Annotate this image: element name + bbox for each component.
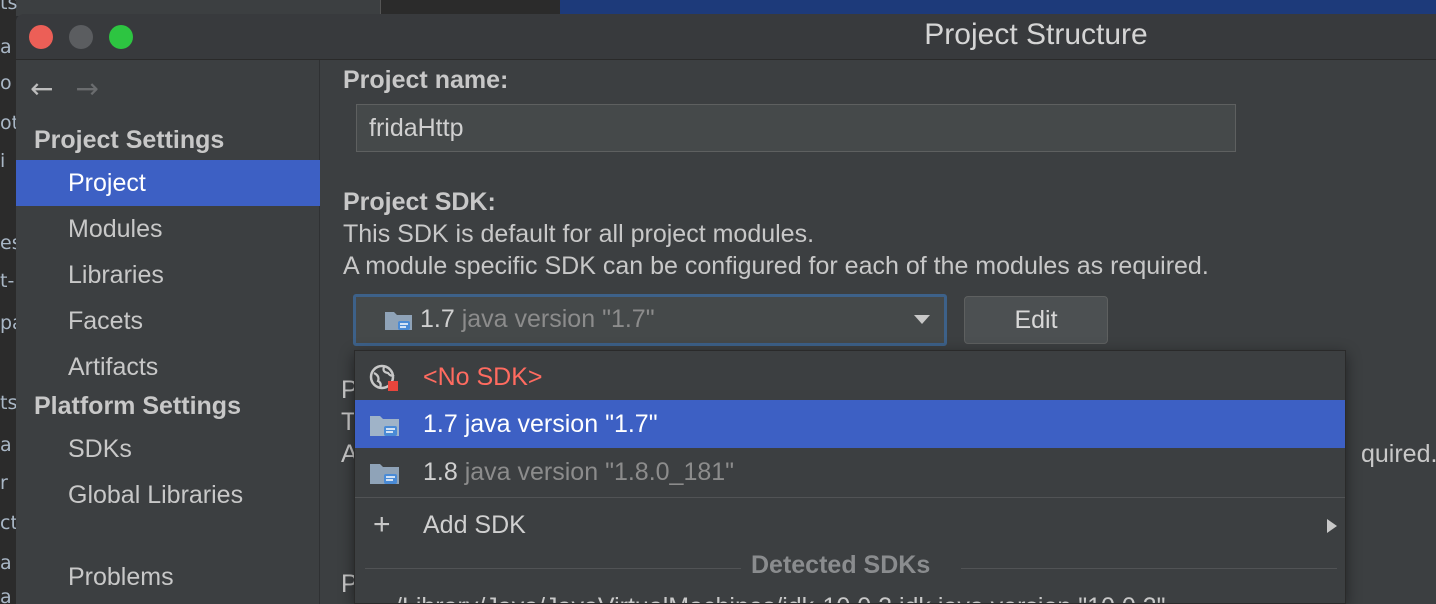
sdk-folder-icon: [370, 464, 399, 484]
sidebar-item-sdks[interactable]: SDKs: [16, 426, 320, 472]
sidebar-item-libraries[interactable]: Libraries: [16, 252, 320, 298]
submenu-arrow-icon: [1327, 519, 1337, 533]
sidebar-item-global-libraries[interactable]: Global Libraries: [16, 472, 320, 518]
sidebar-item-modules[interactable]: Modules: [16, 206, 320, 252]
back-arrow-icon[interactable]: ←: [30, 72, 53, 105]
sdk-option-1-7[interactable]: 1.7 java version "1.7": [355, 400, 1345, 448]
plus-icon: +: [373, 508, 391, 541]
project-sdk-combobox[interactable]: 1.7 java version "1.7": [353, 294, 947, 346]
detected-sdks-label: Detected SDKs: [751, 551, 931, 579]
sdk-combo-value: 1.7 java version "1.7": [420, 297, 655, 341]
project-sdk-label: Project SDK:: [343, 188, 496, 216]
sdk-option-version: 1.7: [423, 410, 458, 438]
background-text: a: [0, 434, 12, 456]
title-bar: Project Structure: [16, 14, 1436, 60]
add-sdk-menu-item[interactable]: + Add SDK: [355, 501, 1345, 549]
project-name-label: Project name:: [343, 66, 509, 94]
hidden-text-fragment: quired.: [1361, 440, 1436, 468]
sdk-option-version: 1.8: [423, 458, 458, 486]
sidebar-item-artifacts[interactable]: Artifacts: [16, 344, 320, 390]
edit-sdk-button[interactable]: Edit: [964, 296, 1108, 344]
chevron-down-icon: [914, 315, 930, 324]
background-text: a: [0, 36, 12, 58]
sidebar-item-facets[interactable]: Facets: [16, 298, 320, 344]
project-name-field[interactable]: fridaHttp: [356, 104, 1236, 152]
sdk-option-detail: java version "1.7": [464, 410, 658, 438]
sdk-folder-icon: [385, 312, 412, 330]
sdk-option-1-8[interactable]: 1.8 java version "1.8.0_181": [355, 448, 1345, 496]
forward-arrow-icon[interactable]: →: [75, 72, 98, 105]
background-text: ts: [0, 392, 18, 414]
dropdown-separator: [355, 497, 1345, 498]
sdk-dropdown-list: <No SDK> 1.7 java version "1.7" 1.8 java…: [354, 350, 1346, 604]
nav-arrows: ← →: [30, 72, 99, 105]
sidebar: ← → Project Settings Project Modules Libr…: [16, 60, 320, 604]
no-sdk-label: <No SDK>: [423, 363, 543, 391]
background-text: t-: [0, 270, 15, 292]
project-settings-heading: Project Settings: [34, 126, 225, 154]
sdk-option-no-sdk[interactable]: <No SDK>: [355, 353, 1345, 401]
background-text: o: [0, 72, 12, 94]
background-text: ts: [0, 0, 18, 14]
sdk-folder-icon: [370, 416, 399, 436]
divider: [365, 568, 741, 569]
sdk-combo-version: 1.7: [420, 305, 455, 333]
background-text: r: [0, 472, 8, 494]
platform-settings-heading: Platform Settings: [34, 392, 241, 420]
sdk-description-line: This SDK is default for all project modu…: [343, 220, 815, 248]
background-text: a: [0, 552, 12, 574]
sidebar-item-project[interactable]: Project: [16, 160, 320, 206]
detected-sdks-header: Detected SDKs: [355, 551, 1345, 585]
sdk-option-detail: java version "1.8.0_181": [464, 458, 735, 486]
window-title: Project Structure: [924, 18, 1148, 51]
sdk-combo-detail: java version "1.7": [461, 305, 655, 333]
background-text: a: [0, 586, 12, 604]
detected-sdk-path[interactable]: /Library/Java/JavaVirtualMachines/jdk-10…: [395, 593, 1165, 603]
divider: [961, 568, 1337, 569]
add-sdk-label: Add SDK: [423, 511, 526, 539]
background-app-strip: ts a o ot i es t- pa ts a r ct a a: [0, 0, 24, 604]
background-text: i: [0, 150, 6, 172]
globe-no-sdk-icon: [369, 364, 398, 391]
sdk-description-line: A module specific SDK can be configured …: [343, 252, 1209, 280]
sidebar-item-problems[interactable]: Problems: [16, 554, 320, 600]
